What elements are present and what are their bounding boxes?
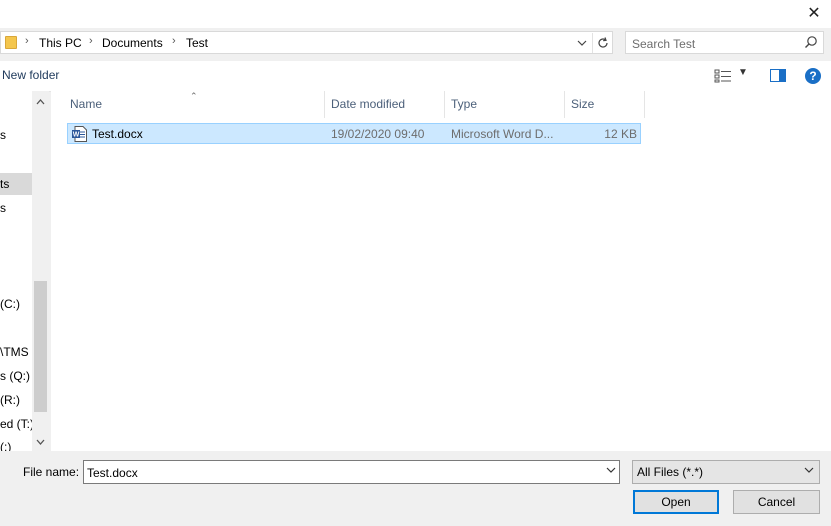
nav-item-network-tms[interactable]: \TMS (0, 341, 29, 363)
close-icon: ✕ (807, 5, 821, 22)
address-history-dropdown[interactable] (575, 33, 589, 53)
chevron-down-icon[interactable] (606, 465, 616, 476)
cancel-button[interactable]: Cancel (733, 490, 820, 514)
file-type: Microsoft Word D... (451, 127, 554, 141)
file-type-filter-select[interactable]: All Files (*.*) (632, 460, 820, 484)
chevron-down-icon (36, 439, 45, 445)
word-document-icon: W (72, 126, 87, 142)
chevron-down-icon (804, 465, 814, 476)
nav-item[interactable]: s (0, 197, 6, 219)
chevron-right-icon[interactable]: › (172, 35, 176, 47)
close-button[interactable]: ✕ (803, 2, 825, 24)
open-button[interactable]: Open (633, 490, 719, 514)
nav-scrollbar-thumb[interactable] (34, 281, 47, 412)
sort-ascending-icon: ⌃ (190, 91, 198, 101)
search-input[interactable] (626, 32, 804, 55)
svg-text:W: W (73, 132, 80, 139)
nav-item-drive-t[interactable]: ed (T:) (0, 413, 34, 435)
file-name-label: File name: (23, 465, 80, 479)
details-view-icon[interactable] (714, 69, 732, 83)
scroll-up-button[interactable] (32, 94, 49, 110)
breadcrumb-documents[interactable]: Documents (102, 36, 163, 50)
column-header-date-modified[interactable]: Date modified (325, 91, 445, 118)
title-bar: ✕ (0, 0, 831, 28)
file-date: 19/02/2020 09:40 (331, 127, 425, 141)
nav-item[interactable]: s (0, 124, 6, 146)
breadcrumb-this-pc[interactable]: This PC (39, 36, 82, 50)
refresh-button[interactable] (592, 33, 613, 53)
chevron-up-icon (36, 99, 45, 105)
chevron-right-icon[interactable]: › (25, 35, 29, 47)
address-bar[interactable]: › This PC › Documents › Test (0, 31, 613, 54)
toolbar: New folder ▼ ? (0, 61, 831, 92)
nav-item-selected[interactable]: ts (0, 173, 32, 195)
search-icon[interactable] (804, 35, 818, 49)
file-type-filter-value: All Files (*.*) (637, 465, 704, 479)
column-header-type[interactable]: Type (445, 91, 565, 118)
new-folder-button[interactable]: New folder (2, 68, 59, 82)
column-header-size[interactable]: Size (565, 91, 645, 118)
nav-item[interactable]: (:) (0, 436, 11, 451)
chevron-down-icon (577, 40, 587, 46)
search-box[interactable] (625, 31, 824, 55)
file-name-input[interactable] (84, 461, 604, 485)
nav-item-drive-q[interactable]: s (Q:) (0, 365, 30, 387)
file-list: Name ⌃ Date modified Type Size W Test.do… (51, 91, 831, 451)
preview-pane-icon[interactable] (770, 69, 786, 82)
chevron-right-icon[interactable]: › (89, 35, 93, 47)
view-options-dropdown[interactable]: ▼ (738, 67, 748, 78)
file-name-combobox[interactable] (83, 460, 620, 485)
file-size: 12 KB (604, 127, 637, 141)
scroll-down-button[interactable] (32, 434, 49, 450)
file-row[interactable]: W Test.docx 19/02/2020 09:40 Microsoft W… (67, 123, 641, 144)
help-icon[interactable]: ? (805, 68, 821, 84)
breadcrumb-test[interactable]: Test (186, 36, 208, 50)
nav-item-drive-c[interactable]: (C:) (0, 293, 20, 315)
nav-item-drive-r[interactable]: (R:) (0, 389, 20, 411)
folder-icon (5, 36, 17, 49)
file-name: Test.docx (92, 127, 143, 141)
refresh-icon (598, 37, 608, 48)
